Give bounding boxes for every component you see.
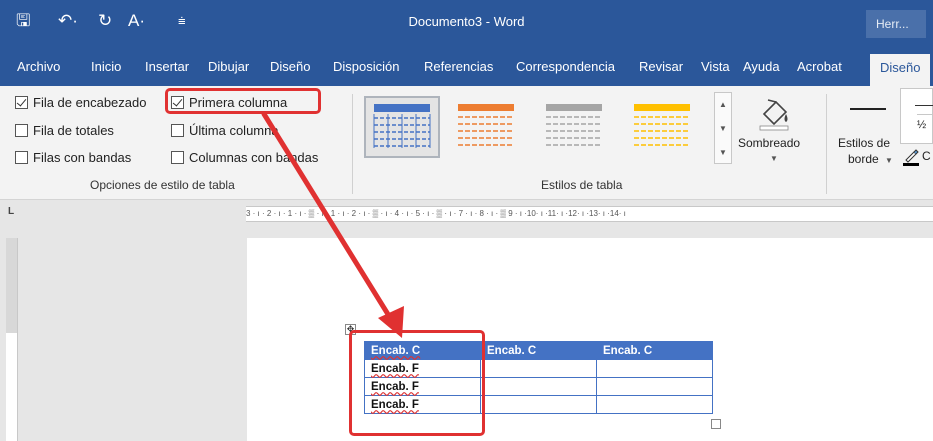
annotation-arrow-icon xyxy=(261,111,404,338)
